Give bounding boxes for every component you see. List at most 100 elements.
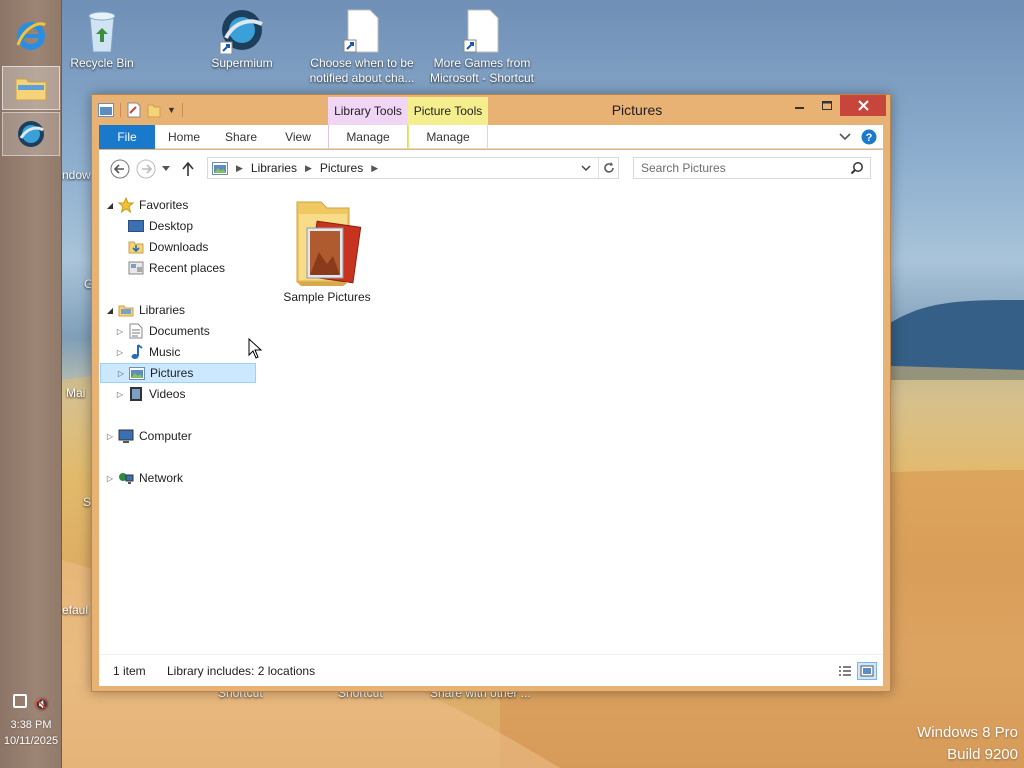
nav-item-computer[interactable]: ▷ Computer [105, 426, 192, 446]
svg-text:?: ? [866, 132, 873, 144]
collapsed-arrow-icon[interactable]: ▷ [116, 369, 126, 378]
chevron-down-icon [581, 165, 591, 172]
navigation-bar: ▶ Libraries ▶ Pictures ▶ [99, 150, 883, 186]
tab-file[interactable]: File [99, 125, 155, 149]
nav-item-documents[interactable]: ▷ Documents [115, 321, 210, 341]
network-icon[interactable] [13, 694, 27, 708]
help-icon[interactable]: ? [861, 129, 877, 145]
collapsed-arrow-icon[interactable]: ▷ [115, 327, 125, 336]
partial-desktop-label[interactable]: ndow [62, 168, 91, 182]
new-folder-icon[interactable] [147, 102, 161, 118]
downloads-folder-icon [128, 241, 144, 254]
expanded-arrow-icon[interactable]: ◢ [105, 306, 115, 315]
collapsed-arrow-icon[interactable]: ▷ [115, 348, 125, 357]
collapsed-arrow-icon[interactable]: ▷ [105, 474, 115, 483]
clock-date[interactable]: 10/11/2025 [0, 734, 62, 749]
nav-label: Favorites [139, 198, 189, 212]
nav-item-network[interactable]: ▷ Network [105, 468, 183, 488]
nav-item-downloads[interactable]: Downloads [125, 237, 208, 257]
nav-label: Music [149, 345, 181, 359]
ribbon-right-controls: ? [839, 129, 877, 145]
network-icon [119, 472, 134, 484]
videos-icon [130, 387, 142, 401]
breadcrumb-libraries[interactable]: Libraries [251, 161, 297, 175]
nav-label: Desktop [149, 219, 194, 233]
partial-desktop-label[interactable]: efaul [62, 603, 88, 617]
nav-item-desktop[interactable]: Desktop [125, 216, 193, 236]
desktop-icon-label: More Games from Microsoft - Shortcut [429, 56, 535, 85]
recent-locations-button[interactable] [159, 158, 173, 180]
desktop-icon-more-games-shortcut[interactable]: More Games from Microsoft - Shortcut [424, 8, 540, 86]
customize-qat-chevron-icon[interactable]: ▼ [167, 105, 176, 115]
search-icon[interactable] [850, 161, 864, 175]
tab-manage-picture[interactable]: Manage [408, 125, 488, 149]
status-item-count: 1 item [113, 664, 146, 678]
volume-muted-icon[interactable]: 🔇 [35, 698, 49, 713]
status-bar: 1 item Library includes: 2 locations [99, 654, 883, 686]
file-item-label: Sample Pictures [283, 290, 371, 304]
file-item-sample-pictures[interactable]: Sample Pictures [281, 194, 373, 304]
large-icons-view-button[interactable] [857, 662, 877, 680]
forward-button[interactable] [135, 158, 157, 180]
maximize-button[interactable] [814, 95, 840, 116]
minimize-button[interactable] [786, 95, 814, 116]
maximize-icon [821, 100, 832, 110]
search-input[interactable] [634, 158, 846, 178]
desktop-icon [128, 219, 144, 232]
desktop-icon-supermium[interactable]: Supermium [184, 8, 300, 71]
tab-view[interactable]: View [275, 125, 321, 149]
tab-home[interactable]: Home [161, 125, 207, 149]
nav-item-favorites[interactable]: ◢ Favorites [105, 195, 188, 215]
collapsed-arrow-icon[interactable]: ▷ [105, 432, 115, 441]
chevron-down-icon [162, 166, 170, 171]
quick-access-toolbar: ▼ [98, 102, 183, 118]
context-tab-library-tools[interactable]: Library Tools [328, 97, 408, 125]
pictures-library-icon [212, 161, 228, 175]
breadcrumb: ▶ Libraries ▶ Pictures ▶ [212, 161, 378, 175]
tab-share[interactable]: Share [217, 125, 265, 149]
desktop-icon-notification-shortcut[interactable]: Choose when to be notified about cha... [304, 8, 420, 86]
expanded-arrow-icon[interactable]: ◢ [105, 201, 115, 210]
up-button[interactable] [177, 158, 199, 180]
close-button[interactable] [840, 95, 886, 116]
navigation-pane: ◢ Favorites Desktop Downloads Recent pla… [99, 186, 259, 654]
breadcrumb-separator-icon[interactable]: ▶ [371, 163, 378, 174]
nav-item-recent-places[interactable]: Recent places [125, 258, 225, 278]
details-view-button[interactable] [835, 662, 855, 680]
status-library-locations[interactable]: Library includes: 2 locations [167, 664, 315, 678]
taskbar-file-explorer-button[interactable] [2, 66, 60, 110]
nav-item-pictures[interactable]: ▷ Pictures [100, 363, 256, 383]
partial-desktop-label[interactable]: Mai [66, 386, 85, 400]
partial-desktop-label[interactable]: S [83, 495, 91, 509]
nav-label: Videos [149, 387, 186, 401]
window-menu-icon[interactable] [98, 103, 114, 117]
mouse-cursor-icon [248, 338, 263, 359]
context-tab-picture-tools[interactable]: Picture Tools [408, 97, 488, 125]
nav-item-libraries[interactable]: ◢ Libraries [105, 300, 185, 320]
expand-ribbon-chevron-icon[interactable] [839, 133, 851, 141]
taskbar-supermium-button[interactable] [2, 112, 60, 156]
minimize-icon [795, 106, 804, 109]
clock-time[interactable]: 3:38 PM [0, 718, 62, 733]
taskbar: 🔇 3:38 PM 10/11/2025 [0, 0, 62, 768]
collapsed-arrow-icon[interactable]: ▷ [115, 390, 125, 399]
shortcut-file-icon [463, 9, 499, 53]
refresh-button[interactable] [598, 158, 618, 178]
tab-manage-library[interactable]: Manage [328, 125, 408, 149]
back-button[interactable] [109, 158, 131, 180]
breadcrumb-separator-icon[interactable]: ▶ [236, 163, 243, 174]
forward-arrow-icon [136, 159, 156, 179]
breadcrumb-pictures[interactable]: Pictures [320, 161, 363, 175]
address-bar[interactable]: ▶ Libraries ▶ Pictures ▶ [207, 157, 619, 179]
address-history-dropdown[interactable] [580, 160, 596, 176]
title-bar[interactable]: ▼ Library Tools Picture Tools Pictures [92, 95, 890, 125]
breadcrumb-separator-icon[interactable]: ▶ [305, 163, 312, 174]
nav-item-music[interactable]: ▷ Music [115, 342, 180, 362]
window-title: Pictures [611, 102, 663, 118]
desktop-icon-recycle-bin[interactable]: Recycle Bin [44, 8, 160, 71]
properties-icon[interactable] [127, 102, 141, 118]
libraries-icon [118, 305, 134, 317]
nav-item-videos[interactable]: ▷ Videos [115, 384, 185, 404]
desktop-icon-label: Choose when to be notified about cha... [309, 56, 415, 85]
shortcut-file-icon [343, 9, 379, 53]
